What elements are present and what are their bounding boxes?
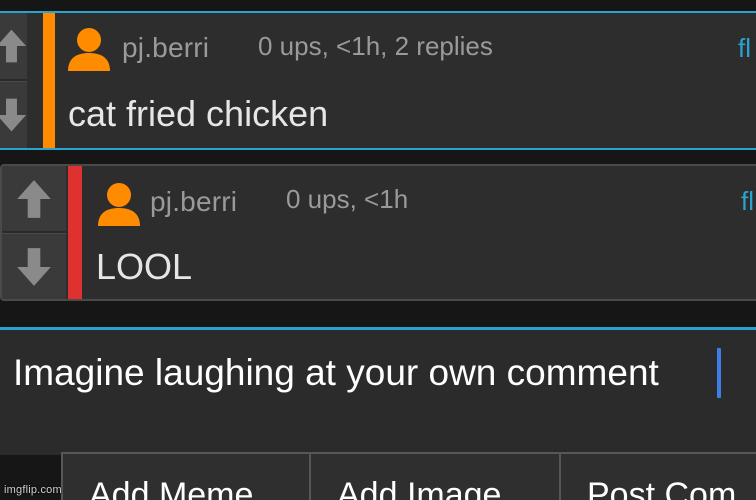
comment-username[interactable]: pj.berri — [122, 32, 209, 64]
post-comment-button[interactable]: Post Com — [559, 452, 756, 500]
flag-link[interactable]: fl — [738, 33, 751, 64]
user-avatar-icon[interactable] — [96, 182, 142, 226]
comment-thread-page: pj.berri 0 ups, <1h, 2 replies fl cat fr… — [0, 0, 756, 500]
vote-column — [2, 166, 66, 299]
comment-card: pj.berri 0 ups, <1h, 2 replies fl cat fr… — [0, 11, 756, 150]
comment-card: pj.berri 0 ups, <1h fl LOOL — [0, 164, 756, 301]
upvote-button[interactable] — [0, 13, 27, 81]
text-cursor — [717, 348, 721, 398]
arrow-up-icon — [17, 179, 51, 218]
comment-meta: 0 ups, <1h, 2 replies — [258, 31, 493, 61]
flag-link[interactable]: fl — [741, 186, 754, 217]
comment-meta: 0 ups, <1h — [286, 184, 409, 214]
reply-text-value: Imagine laughing at your own comment — [13, 352, 659, 393]
vote-column — [0, 13, 39, 148]
arrow-down-icon — [17, 247, 51, 286]
add-meme-button[interactable]: Add Meme — [61, 452, 311, 500]
comment-text: LOOL — [96, 246, 193, 287]
downvote-button[interactable] — [2, 233, 66, 299]
comment-text: cat fried chicken — [68, 93, 329, 134]
thread-level-bar — [68, 166, 82, 299]
comment-actions: Add Meme Add Image Post Com — [61, 452, 756, 500]
upvote-button[interactable] — [2, 166, 66, 233]
arrow-up-icon — [0, 29, 27, 63]
arrow-down-icon — [0, 98, 27, 132]
thread-level-bar — [43, 13, 55, 148]
add-image-button[interactable]: Add Image — [309, 452, 561, 500]
imgflip-watermark: imgflip.com — [4, 484, 62, 496]
comment-username[interactable]: pj.berri — [150, 186, 237, 218]
user-avatar-icon[interactable] — [66, 27, 112, 71]
downvote-button[interactable] — [0, 81, 27, 148]
reply-textarea[interactable]: Imagine laughing at your own comment — [0, 327, 756, 455]
